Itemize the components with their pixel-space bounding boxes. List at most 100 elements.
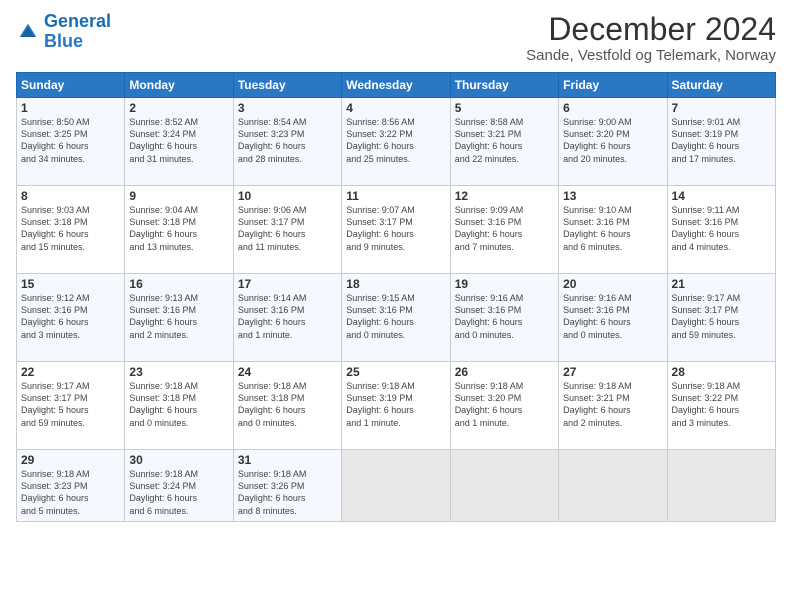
day-number: 16 [129, 277, 228, 291]
calendar-cell: 7Sunrise: 9:01 AMSunset: 3:19 PMDaylight… [667, 98, 775, 186]
day-number: 14 [672, 189, 771, 203]
cell-info: Sunrise: 9:16 AMSunset: 3:16 PMDaylight:… [563, 292, 662, 341]
cell-info: Sunrise: 9:18 AMSunset: 3:23 PMDaylight:… [21, 468, 120, 517]
calendar-cell: 10Sunrise: 9:06 AMSunset: 3:17 PMDayligh… [233, 186, 341, 274]
page-container: General Blue December 2024 Sande, Vestfo… [0, 0, 792, 612]
calendar-cell: 21Sunrise: 9:17 AMSunset: 3:17 PMDayligh… [667, 274, 775, 362]
cell-info: Sunrise: 9:03 AMSunset: 3:18 PMDaylight:… [21, 204, 120, 253]
day-number: 10 [238, 189, 337, 203]
cell-info: Sunrise: 9:18 AMSunset: 3:18 PMDaylight:… [238, 380, 337, 429]
calendar-table: SundayMondayTuesdayWednesdayThursdayFrid… [16, 72, 776, 522]
cell-info: Sunrise: 9:07 AMSunset: 3:17 PMDaylight:… [346, 204, 445, 253]
column-header-wednesday: Wednesday [342, 73, 450, 98]
day-number: 3 [238, 101, 337, 115]
day-number: 21 [672, 277, 771, 291]
cell-info: Sunrise: 9:12 AMSunset: 3:16 PMDaylight:… [21, 292, 120, 341]
cell-info: Sunrise: 9:16 AMSunset: 3:16 PMDaylight:… [455, 292, 554, 341]
page-header: General Blue December 2024 Sande, Vestfo… [16, 12, 776, 64]
column-header-friday: Friday [559, 73, 667, 98]
calendar-cell: 16Sunrise: 9:13 AMSunset: 3:16 PMDayligh… [125, 274, 233, 362]
calendar-cell: 3Sunrise: 8:54 AMSunset: 3:23 PMDaylight… [233, 98, 341, 186]
cell-info: Sunrise: 9:06 AMSunset: 3:17 PMDaylight:… [238, 204, 337, 253]
cell-info: Sunrise: 8:56 AMSunset: 3:22 PMDaylight:… [346, 116, 445, 165]
day-number: 24 [238, 365, 337, 379]
day-number: 30 [129, 453, 228, 467]
day-number: 17 [238, 277, 337, 291]
calendar-cell: 19Sunrise: 9:16 AMSunset: 3:16 PMDayligh… [450, 274, 558, 362]
subtitle: Sande, Vestfold og Telemark, Norway [526, 47, 776, 64]
calendar-cell: 23Sunrise: 9:18 AMSunset: 3:18 PMDayligh… [125, 362, 233, 450]
cell-info: Sunrise: 9:18 AMSunset: 3:21 PMDaylight:… [563, 380, 662, 429]
calendar-cell: 27Sunrise: 9:18 AMSunset: 3:21 PMDayligh… [559, 362, 667, 450]
logo: General Blue [16, 12, 111, 52]
calendar-cell: 31Sunrise: 9:18 AMSunset: 3:26 PMDayligh… [233, 450, 341, 522]
cell-info: Sunrise: 9:18 AMSunset: 3:19 PMDaylight:… [346, 380, 445, 429]
calendar-cell: 22Sunrise: 9:17 AMSunset: 3:17 PMDayligh… [17, 362, 125, 450]
cell-info: Sunrise: 9:11 AMSunset: 3:16 PMDaylight:… [672, 204, 771, 253]
cell-info: Sunrise: 9:01 AMSunset: 3:19 PMDaylight:… [672, 116, 771, 165]
cell-info: Sunrise: 8:52 AMSunset: 3:24 PMDaylight:… [129, 116, 228, 165]
cell-info: Sunrise: 9:04 AMSunset: 3:18 PMDaylight:… [129, 204, 228, 253]
calendar-cell: 1Sunrise: 8:50 AMSunset: 3:25 PMDaylight… [17, 98, 125, 186]
column-header-tuesday: Tuesday [233, 73, 341, 98]
calendar-cell: 20Sunrise: 9:16 AMSunset: 3:16 PMDayligh… [559, 274, 667, 362]
day-number: 1 [21, 101, 120, 115]
column-header-sunday: Sunday [17, 73, 125, 98]
day-number: 25 [346, 365, 445, 379]
cell-info: Sunrise: 8:58 AMSunset: 3:21 PMDaylight:… [455, 116, 554, 165]
day-number: 18 [346, 277, 445, 291]
calendar-cell [342, 450, 450, 522]
logo-text: General Blue [44, 12, 111, 52]
column-header-saturday: Saturday [667, 73, 775, 98]
calendar-cell: 17Sunrise: 9:14 AMSunset: 3:16 PMDayligh… [233, 274, 341, 362]
day-number: 19 [455, 277, 554, 291]
calendar-header-row: SundayMondayTuesdayWednesdayThursdayFrid… [17, 73, 776, 98]
cell-info: Sunrise: 9:14 AMSunset: 3:16 PMDaylight:… [238, 292, 337, 341]
cell-info: Sunrise: 9:17 AMSunset: 3:17 PMDaylight:… [672, 292, 771, 341]
cell-info: Sunrise: 9:13 AMSunset: 3:16 PMDaylight:… [129, 292, 228, 341]
calendar-cell: 26Sunrise: 9:18 AMSunset: 3:20 PMDayligh… [450, 362, 558, 450]
calendar-cell: 5Sunrise: 8:58 AMSunset: 3:21 PMDaylight… [450, 98, 558, 186]
cell-info: Sunrise: 9:18 AMSunset: 3:18 PMDaylight:… [129, 380, 228, 429]
title-block: December 2024 Sande, Vestfold og Telemar… [526, 12, 776, 64]
day-number: 23 [129, 365, 228, 379]
calendar-cell: 15Sunrise: 9:12 AMSunset: 3:16 PMDayligh… [17, 274, 125, 362]
day-number: 20 [563, 277, 662, 291]
day-number: 27 [563, 365, 662, 379]
calendar-cell [559, 450, 667, 522]
cell-info: Sunrise: 9:10 AMSunset: 3:16 PMDaylight:… [563, 204, 662, 253]
cell-info: Sunrise: 9:18 AMSunset: 3:26 PMDaylight:… [238, 468, 337, 517]
calendar-cell: 6Sunrise: 9:00 AMSunset: 3:20 PMDaylight… [559, 98, 667, 186]
logo-line1: General [44, 11, 111, 31]
logo-icon [18, 22, 38, 42]
day-number: 2 [129, 101, 228, 115]
cell-info: Sunrise: 9:18 AMSunset: 3:22 PMDaylight:… [672, 380, 771, 429]
calendar-cell: 2Sunrise: 8:52 AMSunset: 3:24 PMDaylight… [125, 98, 233, 186]
day-number: 7 [672, 101, 771, 115]
calendar-cell: 12Sunrise: 9:09 AMSunset: 3:16 PMDayligh… [450, 186, 558, 274]
day-number: 22 [21, 365, 120, 379]
calendar-cell: 25Sunrise: 9:18 AMSunset: 3:19 PMDayligh… [342, 362, 450, 450]
day-number: 26 [455, 365, 554, 379]
cell-info: Sunrise: 8:50 AMSunset: 3:25 PMDaylight:… [21, 116, 120, 165]
day-number: 4 [346, 101, 445, 115]
calendar-cell: 18Sunrise: 9:15 AMSunset: 3:16 PMDayligh… [342, 274, 450, 362]
cell-info: Sunrise: 9:18 AMSunset: 3:20 PMDaylight:… [455, 380, 554, 429]
column-header-monday: Monday [125, 73, 233, 98]
calendar-cell: 4Sunrise: 8:56 AMSunset: 3:22 PMDaylight… [342, 98, 450, 186]
day-number: 8 [21, 189, 120, 203]
calendar-cell: 14Sunrise: 9:11 AMSunset: 3:16 PMDayligh… [667, 186, 775, 274]
day-number: 31 [238, 453, 337, 467]
day-number: 11 [346, 189, 445, 203]
day-number: 13 [563, 189, 662, 203]
main-title: December 2024 [526, 12, 776, 47]
day-number: 29 [21, 453, 120, 467]
day-number: 28 [672, 365, 771, 379]
cell-info: Sunrise: 9:09 AMSunset: 3:16 PMDaylight:… [455, 204, 554, 253]
calendar-cell [450, 450, 558, 522]
day-number: 9 [129, 189, 228, 203]
calendar-cell: 8Sunrise: 9:03 AMSunset: 3:18 PMDaylight… [17, 186, 125, 274]
day-number: 6 [563, 101, 662, 115]
day-number: 5 [455, 101, 554, 115]
calendar-cell: 9Sunrise: 9:04 AMSunset: 3:18 PMDaylight… [125, 186, 233, 274]
